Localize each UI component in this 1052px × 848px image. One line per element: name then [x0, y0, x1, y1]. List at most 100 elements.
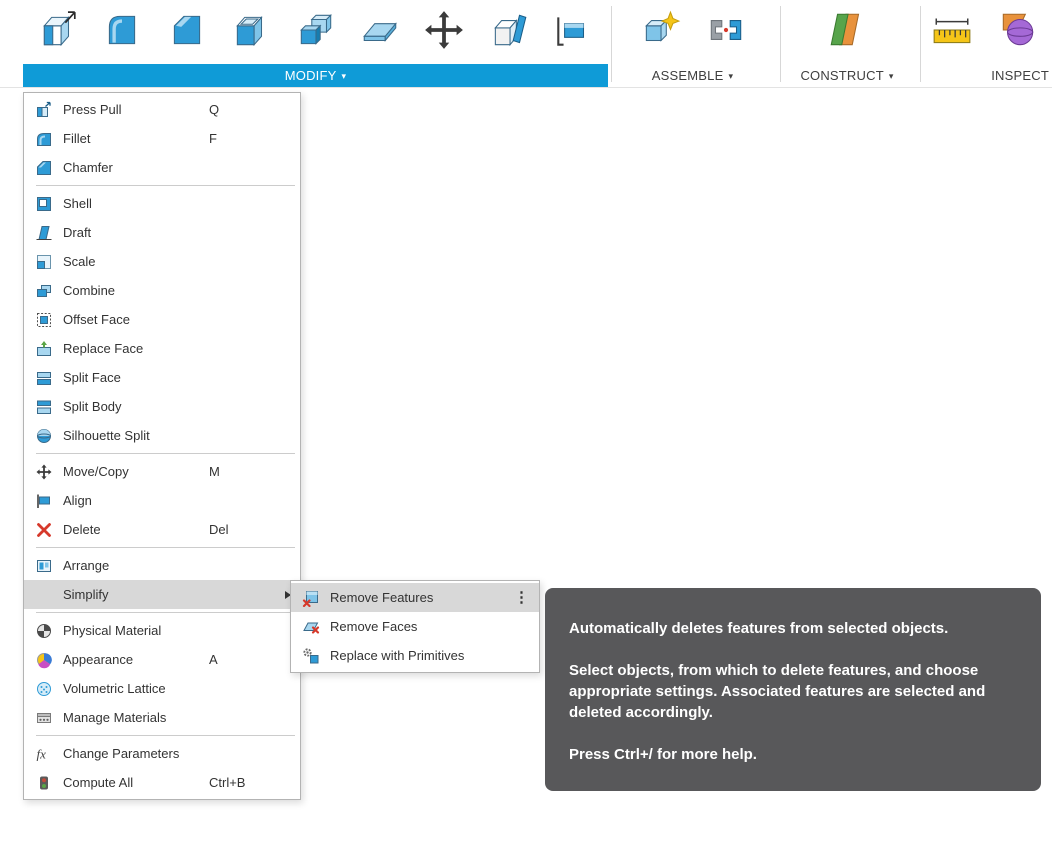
menu-item-press-pull[interactable]: Press Pull Q	[24, 95, 300, 124]
menu-item-label: Replace with Primitives	[330, 648, 465, 663]
menu-separator	[24, 732, 300, 739]
menu-item-label: Align	[63, 493, 92, 508]
fillet-icon	[101, 9, 143, 56]
tab-construct[interactable]: CONSTRUCT ▾	[777, 64, 917, 87]
menu-item-replace-with-primitives[interactable]: Replace with Primitives	[291, 641, 539, 670]
press-pull-icon	[37, 9, 79, 56]
menu-item-remove-features[interactable]: Remove Features ⋮	[291, 583, 539, 612]
menu-item-chamfer[interactable]: Chamfer	[24, 153, 300, 182]
menu-item-shortcut: F	[209, 131, 217, 146]
menu-separator	[24, 182, 300, 189]
menu-item-label: Replace Face	[63, 341, 144, 356]
simplify-submenu: Remove Features ⋮ Remove Faces Replace with…	[290, 580, 540, 673]
replace-face-icon	[34, 340, 54, 358]
tooltip-paragraph: Automatically deletes features from sele…	[569, 620, 949, 637]
menu-item-appearance[interactable]: Appearance A	[24, 645, 300, 674]
toolbar-button-new-component[interactable]	[639, 9, 681, 56]
menu-item-label: Move/Copy	[63, 464, 129, 479]
press-pull-icon	[34, 101, 54, 119]
offset-face-icon	[34, 311, 54, 329]
move-copy-icon	[34, 463, 54, 481]
menu-separator	[24, 609, 300, 616]
menu-item-physical-material[interactable]: Physical Material	[24, 616, 300, 645]
section-analysis-icon	[997, 9, 1039, 56]
menu-item-scale[interactable]: Scale	[24, 247, 300, 276]
menu-item-shortcut: Del	[209, 522, 229, 537]
menu-item-remove-faces[interactable]: Remove Faces	[291, 612, 539, 641]
menu-item-label: Split Face	[63, 370, 121, 385]
new-component-icon	[639, 9, 681, 56]
menu-item-offset-face[interactable]: Offset Face	[24, 305, 300, 334]
toolbar-button-section-analysis[interactable]	[997, 11, 1039, 53]
menu-item-volumetric-lattice[interactable]: Volumetric Lattice	[24, 674, 300, 703]
menu-item-arrange[interactable]: Arrange	[24, 551, 300, 580]
toolbar-button-combine[interactable]	[295, 11, 337, 53]
tab-modify[interactable]: MODIFY ▾	[23, 64, 608, 87]
menu-item-split-body[interactable]: Split Body	[24, 392, 300, 421]
menu-item-manage-materials[interactable]: Manage Materials	[24, 703, 300, 732]
menu-item-label: Silhouette Split	[63, 428, 150, 443]
menu-item-move-copy[interactable]: Move/Copy M	[24, 457, 300, 486]
menu-separator	[24, 450, 300, 457]
menu-item-label: Offset Face	[63, 312, 130, 327]
menu-item-label: Remove Features	[330, 590, 434, 605]
menu-item-change-parameters[interactable]: fx Change Parameters	[24, 739, 300, 768]
menu-item-simplify[interactable]: Simplify	[24, 580, 300, 609]
menu-item-delete[interactable]: Delete Del	[24, 515, 300, 544]
menu-item-combine[interactable]: Combine	[24, 276, 300, 305]
toolbar-button-joint[interactable]	[705, 11, 747, 53]
remove-features-icon	[301, 589, 321, 607]
toolbar-button-move-copy[interactable]	[423, 9, 465, 56]
menu-item-label: Press Pull	[63, 102, 122, 117]
toolbar-group-assemble: ASSEMBLE ▾	[608, 0, 777, 88]
menu-item-shortcut: M	[209, 464, 220, 479]
menu-item-shortcut: Ctrl+B	[209, 775, 246, 790]
split-face-icon	[34, 369, 54, 387]
modify-menu: Press Pull Q Fillet F Chamfer Shell Draft Scale…	[23, 92, 301, 800]
menu-item-compute-all[interactable]: Compute All Ctrl+B	[24, 768, 300, 797]
menu-item-label: Split Body	[63, 399, 122, 414]
toolbar-button-chamfer[interactable]	[166, 11, 208, 53]
toolbar-button-press-pull[interactable]	[37, 9, 79, 56]
toolbar-button-construct-plane[interactable]	[826, 11, 868, 53]
combine-icon	[34, 282, 54, 300]
menu-item-label: Draft	[63, 225, 92, 240]
toolbar-button-fillet[interactable]	[101, 11, 143, 53]
tab-label: ASSEMBLE	[651, 68, 724, 83]
menu-item-label: Physical Material	[63, 623, 162, 638]
menu-item-draft[interactable]: Draft	[24, 218, 300, 247]
move-copy-icon	[423, 9, 465, 56]
toolbar-button-align[interactable]	[552, 11, 594, 53]
menu-item-label: Delete	[63, 522, 101, 537]
shell-icon	[230, 9, 272, 56]
chevron-down-icon: ▾	[341, 71, 347, 81]
toolbar-button-shell[interactable]	[230, 11, 272, 53]
menu-item-shortcut: A	[209, 652, 218, 667]
menu-item-label: Combine	[63, 283, 116, 298]
scale-icon	[34, 253, 54, 271]
toolbar-button-split-body[interactable]	[359, 11, 401, 53]
menu-item-split-face[interactable]: Split Face	[24, 363, 300, 392]
toolbar: MODIFY ▾ ASSEMBLE ▾ CONSTRUCT ▾ INSPECT	[0, 0, 1052, 88]
more-options-icon[interactable]: ⋮	[510, 588, 533, 607]
compute-all-icon	[34, 774, 54, 792]
menu-item-replace-face[interactable]: Replace Face	[24, 334, 300, 363]
menu-item-silhouette-split[interactable]: Silhouette Split	[24, 421, 300, 450]
joint-icon	[705, 9, 747, 56]
appearance-icon	[34, 651, 54, 669]
menu-item-label: Fillet	[63, 131, 91, 146]
menu-item-align[interactable]: Align	[24, 486, 300, 515]
change-parameters-icon: fx	[34, 745, 54, 763]
menu-item-label: Shell	[63, 196, 92, 211]
menu-item-fillet[interactable]: Fillet F	[24, 124, 300, 153]
split-body-icon	[359, 9, 401, 56]
toolbar-button-measure[interactable]	[931, 11, 973, 53]
menu-item-shell[interactable]: Shell	[24, 189, 300, 218]
tab-label: MODIFY	[284, 68, 337, 83]
construct-plane-icon	[826, 9, 868, 56]
menu-item-label: Change Parameters	[63, 746, 180, 761]
chamfer-icon	[34, 159, 54, 177]
toolbar-button-draft[interactable]	[488, 11, 530, 53]
tab-inspect[interactable]: INSPECT	[917, 64, 1052, 87]
tab-assemble[interactable]: ASSEMBLE ▾	[608, 64, 777, 87]
